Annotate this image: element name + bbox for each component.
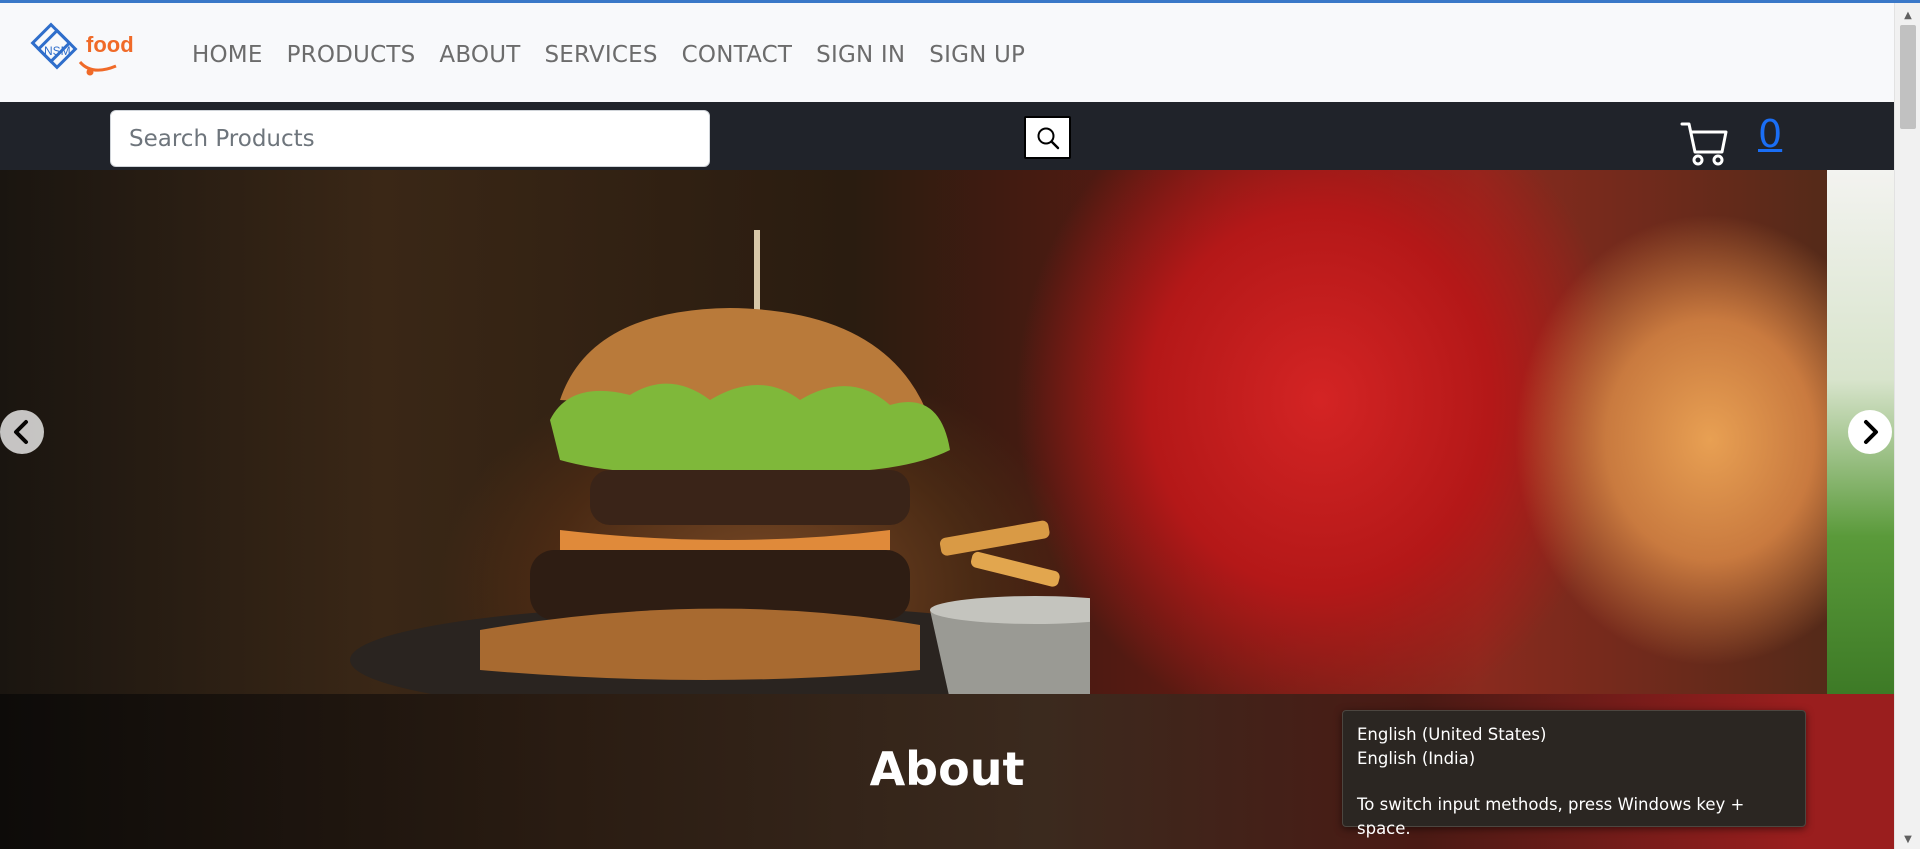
- nav-contact[interactable]: CONTACT: [670, 33, 804, 77]
- chevron-left-icon: [14, 420, 28, 444]
- scroll-down-arrow-icon[interactable]: ▼: [1895, 831, 1920, 847]
- cart-count-link[interactable]: 0: [1758, 112, 1782, 156]
- search-button[interactable]: [1024, 116, 1071, 159]
- nav-about[interactable]: ABOUT: [427, 33, 532, 77]
- scroll-thumb[interactable]: [1900, 25, 1916, 129]
- hero-carousel: [0, 170, 1894, 694]
- search-input[interactable]: [110, 110, 710, 167]
- main-nav: HOME PRODUCTS ABOUT SERVICES CONTACT SIG…: [180, 33, 1037, 77]
- scroll-up-arrow-icon[interactable]: ▲: [1895, 7, 1920, 23]
- ime-option-en-in[interactable]: English (India): [1357, 747, 1791, 771]
- input-method-tooltip: English (United States) English (India) …: [1342, 710, 1806, 838]
- carousel-prev-button[interactable]: [0, 410, 44, 454]
- search-icon: [1037, 127, 1059, 149]
- carousel-next-button[interactable]: [1848, 410, 1892, 454]
- logo-icon: NSM food: [30, 22, 134, 76]
- ime-option-en-us[interactable]: English (United States): [1357, 723, 1791, 747]
- logo-mark-text: NSM: [44, 44, 71, 58]
- ime-hint-text: To switch input methods, press Windows k…: [1357, 795, 1745, 838]
- hero-image: [350, 230, 1090, 694]
- nav-sign-in[interactable]: SIGN IN: [804, 33, 917, 77]
- search-bar: [0, 102, 1894, 170]
- vertical-scrollbar[interactable]: ▲ ▼: [1894, 3, 1920, 849]
- cart-icon[interactable]: [1680, 118, 1730, 168]
- chevron-right-icon: [1864, 420, 1878, 444]
- site-header: NSM food HOME PRODUCTS ABOUT SERVICES CO…: [0, 3, 1894, 102]
- logo-wordmark-text: food: [86, 32, 134, 57]
- nav-home[interactable]: HOME: [180, 33, 275, 77]
- nav-products[interactable]: PRODUCTS: [275, 33, 428, 77]
- nav-services[interactable]: SERVICES: [533, 33, 670, 77]
- nav-sign-up[interactable]: SIGN UP: [917, 33, 1037, 77]
- brand-logo[interactable]: NSM food: [30, 22, 142, 84]
